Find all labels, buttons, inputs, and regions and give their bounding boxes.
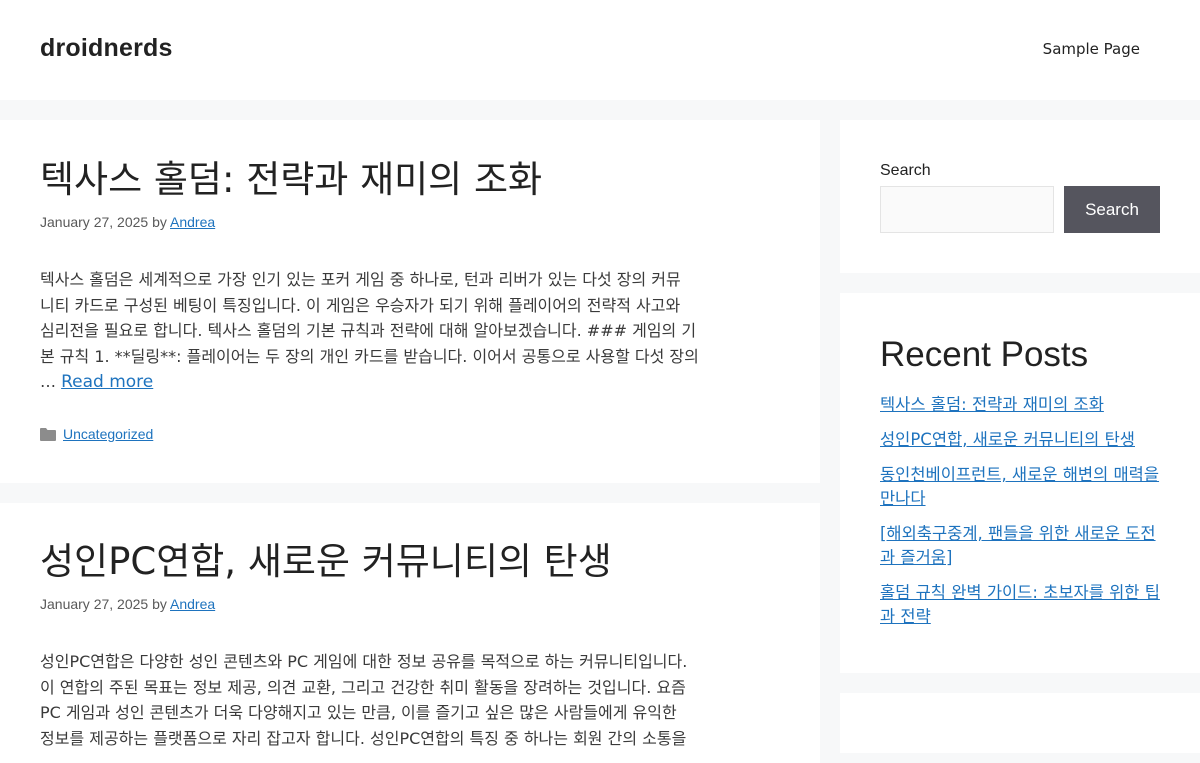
post-title[interactable]: 텍사스 홀덤: 전략과 재미의 조화 (40, 156, 780, 204)
post-footer: Uncategorized (40, 426, 780, 442)
post-summary: 성인PC연합은 다양한 성인 콘텐츠와 PC 게임에 대한 정보 공유를 목적으… (40, 649, 780, 751)
recent-posts-widget: Recent Posts 텍사스 홀덤: 전략과 재미의 조화 성인PC연합, … (840, 293, 1200, 673)
recent-post-link[interactable]: 동인천베이프런트, 새로운 해변의 매력을 만나다 (880, 465, 1159, 508)
sidebar-widget-empty (840, 693, 1200, 753)
recent-post-link[interactable]: 홀덤 규칙 완벽 가이드: 초보자를 위한 팁과 전략 (880, 583, 1160, 626)
summary-line: 본 규칙 1. **딜링**: 플레이어는 두 장의 개인 카드를 받습니다. … (40, 346, 699, 366)
summary-line: PC 게임과 성인 콘텐츠가 더욱 다양해지고 있는 만큼, 이를 즐기고 싶은… (40, 703, 677, 722)
summary-line: 이 연합의 주된 목표는 정보 제공, 의견 교환, 그리고 건강한 취미 활동… (40, 677, 686, 697)
site-header: droidnerds Sample Page (0, 0, 1200, 100)
list-item: 동인천베이프런트, 새로운 해변의 매력을 만나다 (880, 463, 1165, 511)
list-item: 홀덤 규칙 완벽 가이드: 초보자를 위한 팁과 전략 (880, 581, 1165, 629)
post-by-label: by (152, 596, 167, 612)
post-meta: January 27, 2025 by Andrea (40, 594, 780, 614)
summary-line: 정보를 제공하는 플랫폼으로 자리 잡고자 합니다. 성인PC연합의 특징 중 … (40, 728, 687, 748)
recent-post-link[interactable]: [해외축구중계, 팬들을 위한 새로운 도전과 즐거움] (880, 524, 1156, 567)
read-more-link[interactable]: Read more (61, 372, 153, 392)
summary-line: 니티 카드로 구성된 베팅이 특징입니다. 이 게임은 우승자가 되기 위해 플… (40, 295, 681, 315)
recent-post-link[interactable]: 텍사스 홀덤: 전략과 재미의 조화 (880, 395, 1104, 414)
post-author-link[interactable]: Andrea (170, 596, 215, 612)
folder-icon (40, 427, 56, 441)
list-item: [해외축구중계, 팬들을 위한 새로운 도전과 즐거움] (880, 522, 1165, 570)
category-link[interactable]: Uncategorized (63, 426, 153, 442)
list-item: 성인PC연합, 새로운 커뮤니티의 탄생 (880, 428, 1165, 452)
post-summary: 텍사스 홀덤은 세계적으로 가장 인기 있는 포커 게임 중 하나로, 턴과 리… (40, 267, 780, 396)
recent-post-link[interactable]: 성인PC연합, 새로운 커뮤니티의 탄생 (880, 430, 1135, 449)
summary-line: 성인PC연합은 다양한 성인 콘텐츠와 PC 게임에 대한 정보 공유를 목적으… (40, 652, 688, 671)
recent-posts-title: Recent Posts (880, 335, 1089, 374)
ellipsis: … (40, 372, 62, 391)
post-meta: January 27, 2025 by Andrea (40, 212, 780, 232)
post-author-link[interactable]: Andrea (170, 214, 215, 230)
post-by-label: by (152, 214, 167, 230)
recent-posts-list: 텍사스 홀덤: 전략과 재미의 조화 성인PC연합, 새로운 커뮤니티의 탄생 … (880, 393, 1165, 640)
summary-last-line: … Read more (40, 369, 780, 396)
post-article: 성인PC연합, 새로운 커뮤니티의 탄생 January 27, 2025 by… (0, 503, 820, 763)
search-button[interactable]: Search (1064, 186, 1160, 233)
post-article: 텍사스 홀덤: 전략과 재미의 조화 January 27, 2025 by A… (0, 120, 820, 483)
search-label: Search (880, 162, 931, 179)
search-widget: Search Search (840, 120, 1200, 273)
main-navigation: Sample Page (1043, 40, 1140, 58)
nav-sample-page[interactable]: Sample Page (1043, 40, 1140, 58)
post-date: January 27, 2025 (40, 596, 149, 612)
summary-line: 텍사스 홀덤은 세계적으로 가장 인기 있는 포커 게임 중 하나로, 턴과 리… (40, 270, 681, 289)
post-date: January 27, 2025 (40, 214, 149, 230)
summary-line: 심리전을 필요로 합니다. 텍사스 홀덤의 기본 규칙과 전략에 대해 알아보겠… (40, 321, 697, 340)
site-title[interactable]: droidnerds (40, 34, 173, 63)
list-item: 텍사스 홀덤: 전략과 재미의 조화 (880, 393, 1165, 417)
search-input[interactable] (880, 186, 1054, 233)
post-title[interactable]: 성인PC연합, 새로운 커뮤니티의 탄생 (40, 538, 780, 586)
